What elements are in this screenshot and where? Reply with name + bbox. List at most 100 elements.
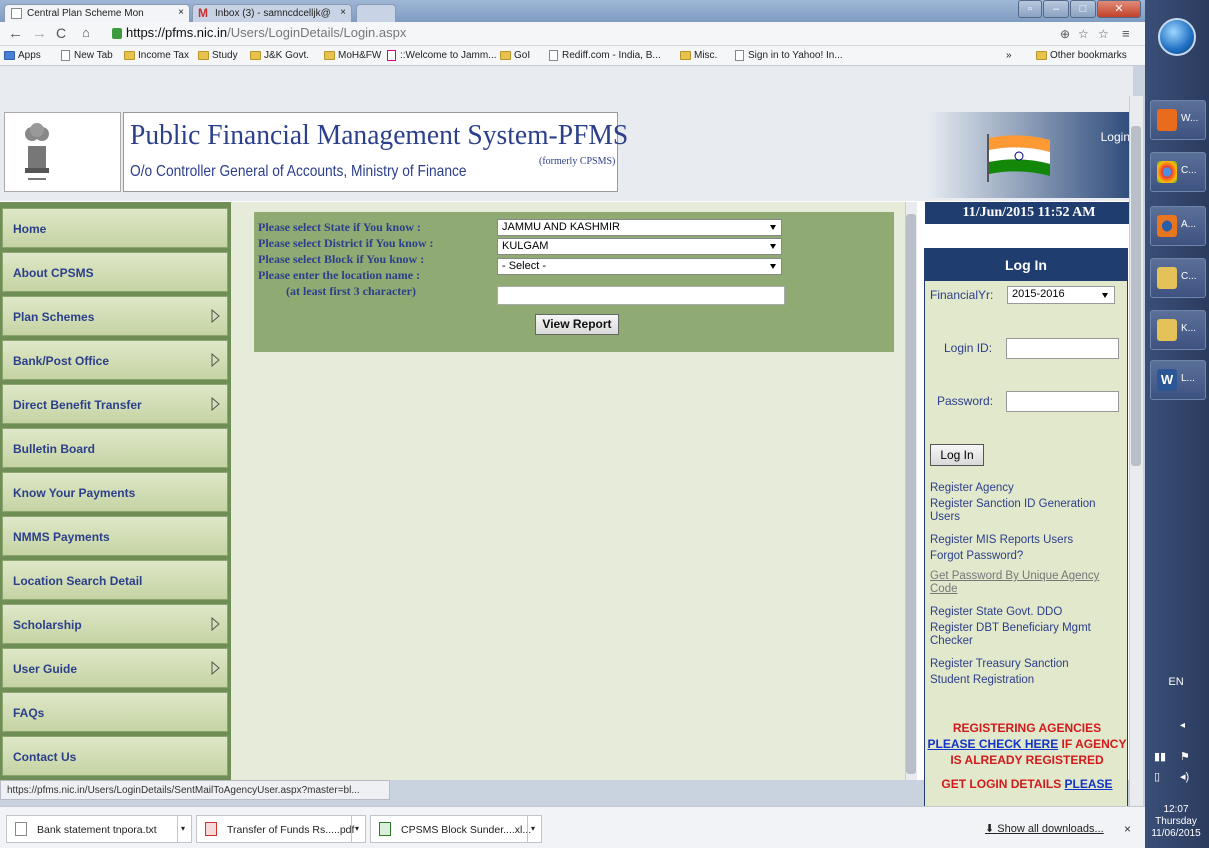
folder-icon xyxy=(1157,267,1177,289)
bookmark-apps[interactable]: Apps xyxy=(4,50,41,61)
login-id-input[interactable] xyxy=(1006,338,1119,359)
password-label: Password: xyxy=(937,394,994,408)
link-register-state-ddo[interactable]: Register State Govt. DDO xyxy=(930,606,1122,619)
sidebar-item-contact[interactable]: Contact Us xyxy=(2,736,228,776)
login-id-label: Login ID: xyxy=(944,341,993,355)
flag-panel xyxy=(925,112,1133,198)
sidebar-item-home[interactable]: Home xyxy=(2,208,228,248)
sidebar-item-dbt[interactable]: Direct Benefit Transfer xyxy=(2,384,228,424)
close-tab-icon[interactable]: × xyxy=(340,7,346,18)
close-tab-icon[interactable]: × xyxy=(178,7,184,18)
bookmark-item[interactable]: GoI xyxy=(500,50,530,61)
district-select[interactable]: KULGAM xyxy=(497,238,782,255)
sidebar-item-bulletin[interactable]: Bulletin Board xyxy=(2,428,228,468)
flag-icon[interactable]: ⚑ xyxy=(1180,750,1190,763)
menu-icon[interactable]: ≡ xyxy=(1122,26,1130,41)
tab-inbox[interactable]: M Inbox (3) - samncdcelljk@ × xyxy=(192,4,352,22)
bookmark-item[interactable]: MoH&FW xyxy=(324,50,381,61)
language-indicator[interactable]: EN xyxy=(1148,676,1204,688)
page-scroll-thumb[interactable] xyxy=(1131,126,1141,466)
view-report-button[interactable]: View Report xyxy=(535,314,619,335)
link-register-sanction-users[interactable]: Register Sanction ID Generation Users xyxy=(930,498,1122,524)
bookmark-item[interactable]: New Tab xyxy=(60,50,113,61)
bookmark-item[interactable]: Income Tax xyxy=(124,50,189,61)
state-select[interactable]: JAMMU AND KASHMIR xyxy=(497,219,782,236)
link-student-registration[interactable]: Student Registration xyxy=(930,674,1122,687)
volume-icon[interactable]: ◂) xyxy=(1180,770,1189,783)
login-button[interactable]: Log In xyxy=(930,444,984,466)
bookmarks-overflow[interactable]: » xyxy=(1006,50,1012,61)
close-downloads-icon[interactable]: × xyxy=(1124,822,1131,836)
taskbar-item[interactable]: C... xyxy=(1150,152,1206,192)
bookmark-item[interactable]: Rediff.com - India, B... xyxy=(548,50,661,61)
link-register-treasury-sanction[interactable]: Register Treasury Sanction xyxy=(930,658,1122,671)
maximize-icon[interactable]: □ xyxy=(1070,0,1096,18)
taskbar-item[interactable]: A... xyxy=(1150,206,1206,246)
url-field[interactable]: https://pfms.nic.in/Users/LoginDetails/L… xyxy=(112,25,1072,43)
taskbar-item[interactable]: W... xyxy=(1150,100,1206,140)
link-get-password-code[interactable]: Get Password By Unique Agency Code xyxy=(930,570,1122,596)
back-icon[interactable]: ← xyxy=(8,25,23,42)
link-register-agency[interactable]: Register Agency xyxy=(930,482,1122,495)
restore-icon[interactable]: ▫ xyxy=(1018,0,1042,18)
sidebar-item-plan-schemes[interactable]: Plan Schemes xyxy=(2,296,228,336)
location-name-input[interactable] xyxy=(497,286,785,305)
star-icon[interactable]: ☆ xyxy=(1098,27,1109,41)
chrome-icon xyxy=(1157,161,1177,183)
sidebar-item-user-guide[interactable]: User Guide xyxy=(2,648,228,688)
chevron-down-icon[interactable]: ▾ xyxy=(177,816,191,842)
bookmark-item[interactable]: Study xyxy=(198,50,238,61)
forward-icon[interactable]: → xyxy=(32,25,47,42)
show-all-downloads-link[interactable]: ⬇ Show all downloads... xyxy=(985,822,1104,835)
bookmark-star-icon[interactable]: ☆ xyxy=(1078,27,1089,41)
bookmark-item[interactable]: Sign in to Yahoo! In... xyxy=(734,50,843,61)
link-register-dbt-checker[interactable]: Register DBT Beneficiary Mgmt Checker xyxy=(930,622,1122,648)
sidebar-item-nmms[interactable]: NMMS Payments xyxy=(2,516,228,556)
header-login-link[interactable]: Login xyxy=(930,130,1136,144)
tab-central-plan[interactable]: Central Plan Scheme Mon × xyxy=(4,4,190,22)
bookmark-item[interactable]: ::Welcome to Jamm... xyxy=(386,50,497,61)
sidebar-item-bank-post[interactable]: Bank/Post Office xyxy=(2,340,228,380)
taskbar-item[interactable]: K... xyxy=(1150,310,1206,350)
sidebar-item-location-search[interactable]: Location Search Detail xyxy=(2,560,228,600)
other-bookmarks[interactable]: Other bookmarks xyxy=(1036,50,1127,61)
content-scroll-thumb[interactable] xyxy=(906,214,916,774)
sidebar-item-faqs[interactable]: FAQs xyxy=(2,692,228,732)
taskbar-item[interactable]: W L... xyxy=(1150,360,1206,400)
sidebar-item-about[interactable]: About CPSMS xyxy=(2,252,228,292)
system-clock[interactable]: 12:07 Thursday 11/06/2015 xyxy=(1148,804,1204,840)
dropdown-arrow-icon xyxy=(770,244,776,249)
new-tab-button[interactable] xyxy=(356,4,396,22)
zoom-icon[interactable]: ⊕ xyxy=(1060,27,1070,41)
tray-arrow-icon[interactable]: ◂ xyxy=(1180,720,1185,731)
chevron-down-icon[interactable]: ▾ xyxy=(351,816,365,842)
sidebar-item-know-payments[interactable]: Know Your Payments xyxy=(2,472,228,512)
financial-year-select[interactable]: 2015-2016 xyxy=(1007,286,1115,304)
chevron-down-icon[interactable]: ▾ xyxy=(527,816,541,842)
link-forgot-password[interactable]: Forgot Password? xyxy=(930,550,1122,563)
media-player-icon xyxy=(1157,109,1177,131)
block-select[interactable]: - Select - xyxy=(497,258,782,275)
sidebar-item-scholarship[interactable]: Scholarship xyxy=(2,604,228,644)
link-register-mis-users[interactable]: Register MIS Reports Users xyxy=(930,534,1122,547)
battery-icon[interactable]: ▯ xyxy=(1154,770,1160,783)
home-icon[interactable]: ⌂ xyxy=(82,25,90,40)
reload-icon[interactable]: C xyxy=(56,25,66,41)
get-login-please-link[interactable]: PLEASE xyxy=(1065,777,1113,791)
minimize-icon[interactable]: – xyxy=(1043,0,1069,18)
start-button-icon[interactable] xyxy=(1158,18,1196,56)
state-label: Please select State if You know : xyxy=(258,220,421,234)
download-item[interactable]: Transfer of Funds Rs.....pdf ▾ xyxy=(196,815,366,843)
download-item[interactable]: Bank statement tnpora.txt ▾ xyxy=(6,815,192,843)
downloads-bar: Bank statement tnpora.txt ▾ Transfer of … xyxy=(0,806,1145,848)
close-window-icon[interactable]: ✕ xyxy=(1097,0,1141,18)
bookmark-item[interactable]: J&K Govt. xyxy=(250,50,309,61)
chevron-right-icon xyxy=(211,661,220,675)
site-title: Public Financial Management System-PFMS xyxy=(130,119,629,151)
taskbar-item[interactable]: C... xyxy=(1150,258,1206,298)
bookmark-item[interactable]: Misc. xyxy=(680,50,717,61)
password-input[interactable] xyxy=(1006,391,1119,412)
please-check-here-link[interactable]: PLEASE CHECK HERE xyxy=(928,737,1059,751)
download-item[interactable]: CPSMS Block Sunder....xl... ▾ xyxy=(370,815,542,843)
network-icon[interactable]: ▮▮ xyxy=(1154,750,1166,763)
